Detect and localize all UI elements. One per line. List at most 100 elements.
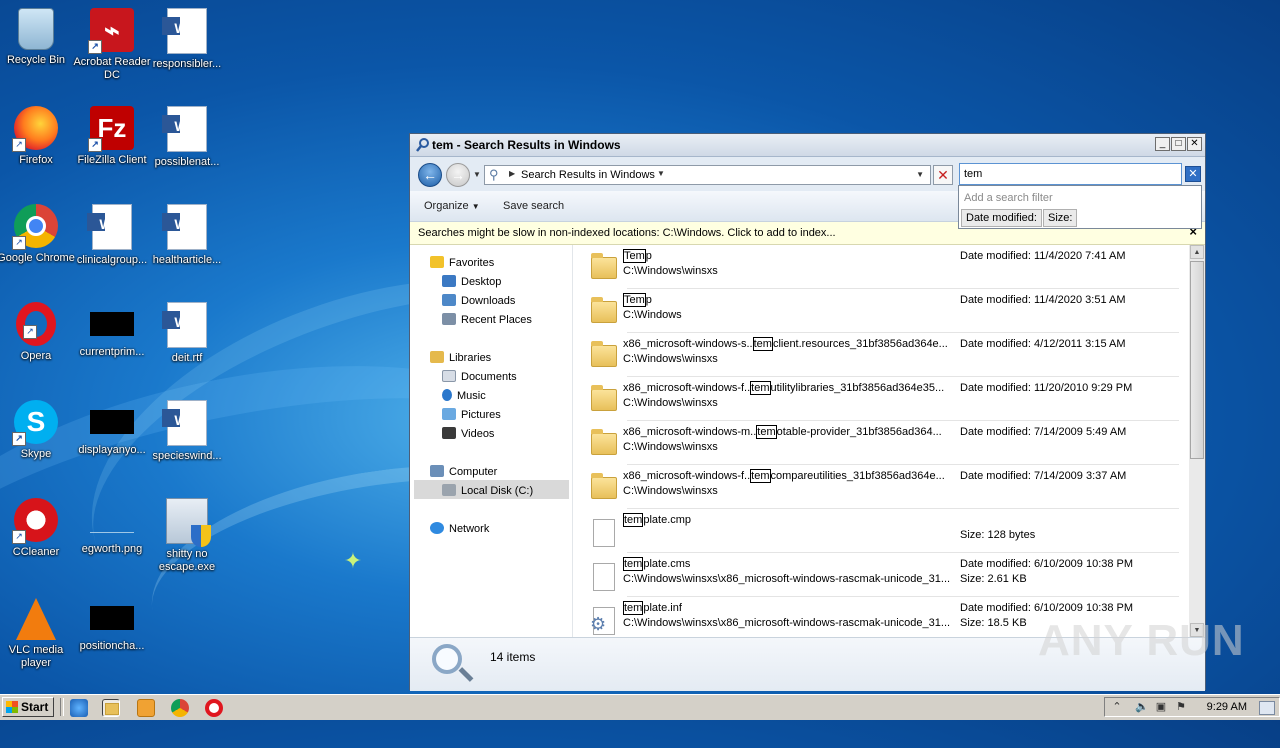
filter-date-modified[interactable]: Date modified: [961, 209, 1042, 227]
nav-videos[interactable]: Videos [442, 426, 494, 442]
word-document-icon: W [162, 8, 207, 54]
vlc-icon [16, 598, 56, 640]
list-item[interactable]: x86_microsoft-windows-m..temotable-provi… [587, 421, 1187, 465]
save-search-button[interactable]: Save search [503, 200, 564, 212]
back-button[interactable]: ← [418, 163, 442, 187]
list-item[interactable]: Temp C:\Windows\winsxs Date modified: 11… [587, 245, 1187, 289]
desktop-icon-healtharticle[interactable]: W healtharticle... [147, 200, 227, 267]
item-size: Size: 2.61 KB [960, 573, 1027, 585]
desktop-icon-currentprim[interactable]: currentprim... [72, 298, 152, 359]
desktop-icon-responsibler[interactable]: W responsibler... [147, 4, 227, 71]
nav-pictures[interactable]: Pictures [442, 407, 501, 423]
downloads-icon [442, 294, 456, 306]
opera-icon[interactable] [205, 699, 223, 717]
desktop-icon-ccleaner[interactable]: ↗ CCleaner [0, 494, 76, 559]
list-item[interactable]: template.cmp Size: 128 bytes [587, 509, 1187, 553]
close-button[interactable]: ✕ [1187, 137, 1202, 151]
item-count: 14 items [490, 650, 536, 664]
explorer-window: tem - Search Results in Windows _ □ ✕ ← … [409, 133, 1206, 691]
breadcrumb-dropdown-icon[interactable]: ▼ [657, 169, 665, 178]
search-box[interactable] [959, 163, 1182, 185]
item-size: Size: 18.5 KB [960, 617, 1027, 629]
libraries-icon [430, 351, 444, 363]
list-item[interactable]: x86_microsoft-windows-f..temutilitylibra… [587, 377, 1187, 421]
internet-explorer-icon[interactable] [70, 699, 88, 717]
nav-documents[interactable]: Documents [442, 369, 517, 385]
filter-size[interactable]: Size: [1043, 209, 1078, 227]
minimize-button[interactable]: _ [1155, 137, 1170, 151]
desktop-icon-recycle-bin[interactable]: Recycle Bin [0, 4, 76, 67]
music-icon [442, 389, 452, 401]
folder-icon [105, 703, 119, 715]
recent-pages-dropdown-icon[interactable]: ▼ [473, 170, 481, 179]
item-path: C:\Windows\winsxs\x86_microsoft-windows-… [623, 573, 951, 585]
desktop-icon-chrome[interactable]: ↗ Google Chrome [0, 200, 76, 265]
desktop-icon-skype[interactable]: S ↗ Skype [0, 396, 76, 461]
search-input[interactable] [960, 164, 1178, 184]
filezilla-icon: Fz ↗ [88, 106, 134, 152]
nav-libraries[interactable]: Libraries [430, 350, 491, 366]
settings-file-icon [590, 607, 615, 635]
desktop-icon-filezilla[interactable]: Fz ↗ FileZilla Client [72, 102, 152, 167]
list-item[interactable]: x86_microsoft-windows-f..temcompareutili… [587, 465, 1187, 509]
address-bar[interactable]: ⚲ ▶ Search Results in Windows ▼ ▼ [484, 165, 931, 185]
item-name: template.cmp [623, 513, 692, 527]
results-list: Temp C:\Windows\winsxs Date modified: 11… [573, 245, 1189, 637]
list-item[interactable]: x86_microsoft-windows-s..temclient.resou… [587, 333, 1187, 377]
desktop-icon-specieswind[interactable]: W specieswind... [147, 396, 227, 463]
list-item[interactable]: template.cms C:\Windows\winsxs\x86_micro… [587, 553, 1187, 597]
black-thumbnail-icon [90, 410, 134, 434]
show-hidden-icons-icon[interactable]: ⌃ [1111, 701, 1123, 713]
chrome-icon[interactable] [171, 699, 189, 717]
desktop-icon-vlc[interactable]: VLC media player [0, 592, 76, 670]
media-player-icon[interactable] [137, 699, 155, 717]
scroll-up-icon[interactable]: ▲ [1190, 245, 1204, 259]
desktop-icon-acrobat[interactable]: ⌁ ↗ Acrobat Reader DC [72, 4, 152, 82]
desktop-icon-displayanyo[interactable]: displayanyo... [72, 396, 152, 457]
folder-icon [591, 473, 617, 499]
organize-button[interactable]: Organize ▼ [424, 200, 480, 212]
nav-favorites[interactable]: Favorites [430, 255, 494, 271]
clock[interactable]: 9:29 AM [1207, 701, 1247, 713]
maximize-button[interactable]: □ [1171, 137, 1186, 151]
skype-icon: S ↗ [12, 400, 58, 446]
word-document-icon: W [162, 204, 207, 250]
folder-icon [591, 341, 617, 367]
nav-local-disk[interactable]: Local Disk (C:) [442, 483, 533, 499]
wallpaper-sparkle: ✦ [343, 548, 363, 573]
nav-network[interactable]: Network [430, 521, 489, 537]
item-name: x86_microsoft-windows-s..temclient.resou… [623, 337, 948, 351]
window-titlebar[interactable]: tem - Search Results in Windows _ □ ✕ [410, 134, 1205, 157]
png-thumbnail-icon [90, 508, 134, 533]
breadcrumb-arrow-icon[interactable]: ▶ [509, 169, 515, 178]
volume-icon[interactable]: 🔈 [1135, 701, 1149, 713]
breadcrumb-search-results[interactable]: Search Results in Windows [521, 169, 655, 181]
nav-recent-places[interactable]: Recent Places [442, 312, 532, 328]
nav-computer[interactable]: Computer [430, 464, 497, 480]
stop-search-button[interactable]: ✕ [933, 165, 953, 185]
forward-button[interactable]: → [446, 163, 470, 187]
acrobat-icon: ⌁ ↗ [88, 8, 134, 54]
vertical-scrollbar[interactable]: ▲ ▼ [1189, 245, 1205, 637]
desktop-icon-clinicalgroup[interactable]: W clinicalgroup... [72, 200, 152, 267]
clear-search-button[interactable]: ✕ [1185, 166, 1201, 182]
action-center-flag-icon[interactable]: ⚑ [1175, 701, 1187, 713]
desktop-icon-egworth[interactable]: egworth.png [72, 494, 152, 556]
desktop-icon-opera[interactable]: ↗ Opera [0, 298, 76, 363]
desktop-icon-firefox[interactable]: ↗ Firefox [0, 102, 76, 167]
nav-downloads[interactable]: Downloads [442, 293, 515, 309]
desktop-icon-deit[interactable]: W deit.rtf [147, 298, 227, 365]
start-button[interactable]: Start [2, 697, 54, 717]
nav-music[interactable]: Music [442, 388, 486, 404]
list-item[interactable]: Temp C:\Windows Date modified: 11/4/2020… [587, 289, 1187, 333]
show-desktop-icon[interactable] [1259, 701, 1275, 715]
explorer-taskbar-button[interactable] [102, 699, 120, 717]
scroll-thumb[interactable] [1190, 261, 1204, 459]
desktop-icon-positioncha[interactable]: positioncha... [72, 592, 152, 653]
address-dropdown-icon[interactable]: ▼ [916, 170, 924, 179]
network-tray-icon[interactable]: ▣ [1155, 701, 1167, 713]
item-path: C:\Windows\winsxs [623, 353, 718, 365]
nav-desktop[interactable]: Desktop [442, 274, 501, 290]
desktop-icon-shitty-no-escape[interactable]: shitty no escape.exe [147, 494, 227, 574]
desktop-icon-possiblenat[interactable]: W possiblenat... [147, 102, 227, 169]
